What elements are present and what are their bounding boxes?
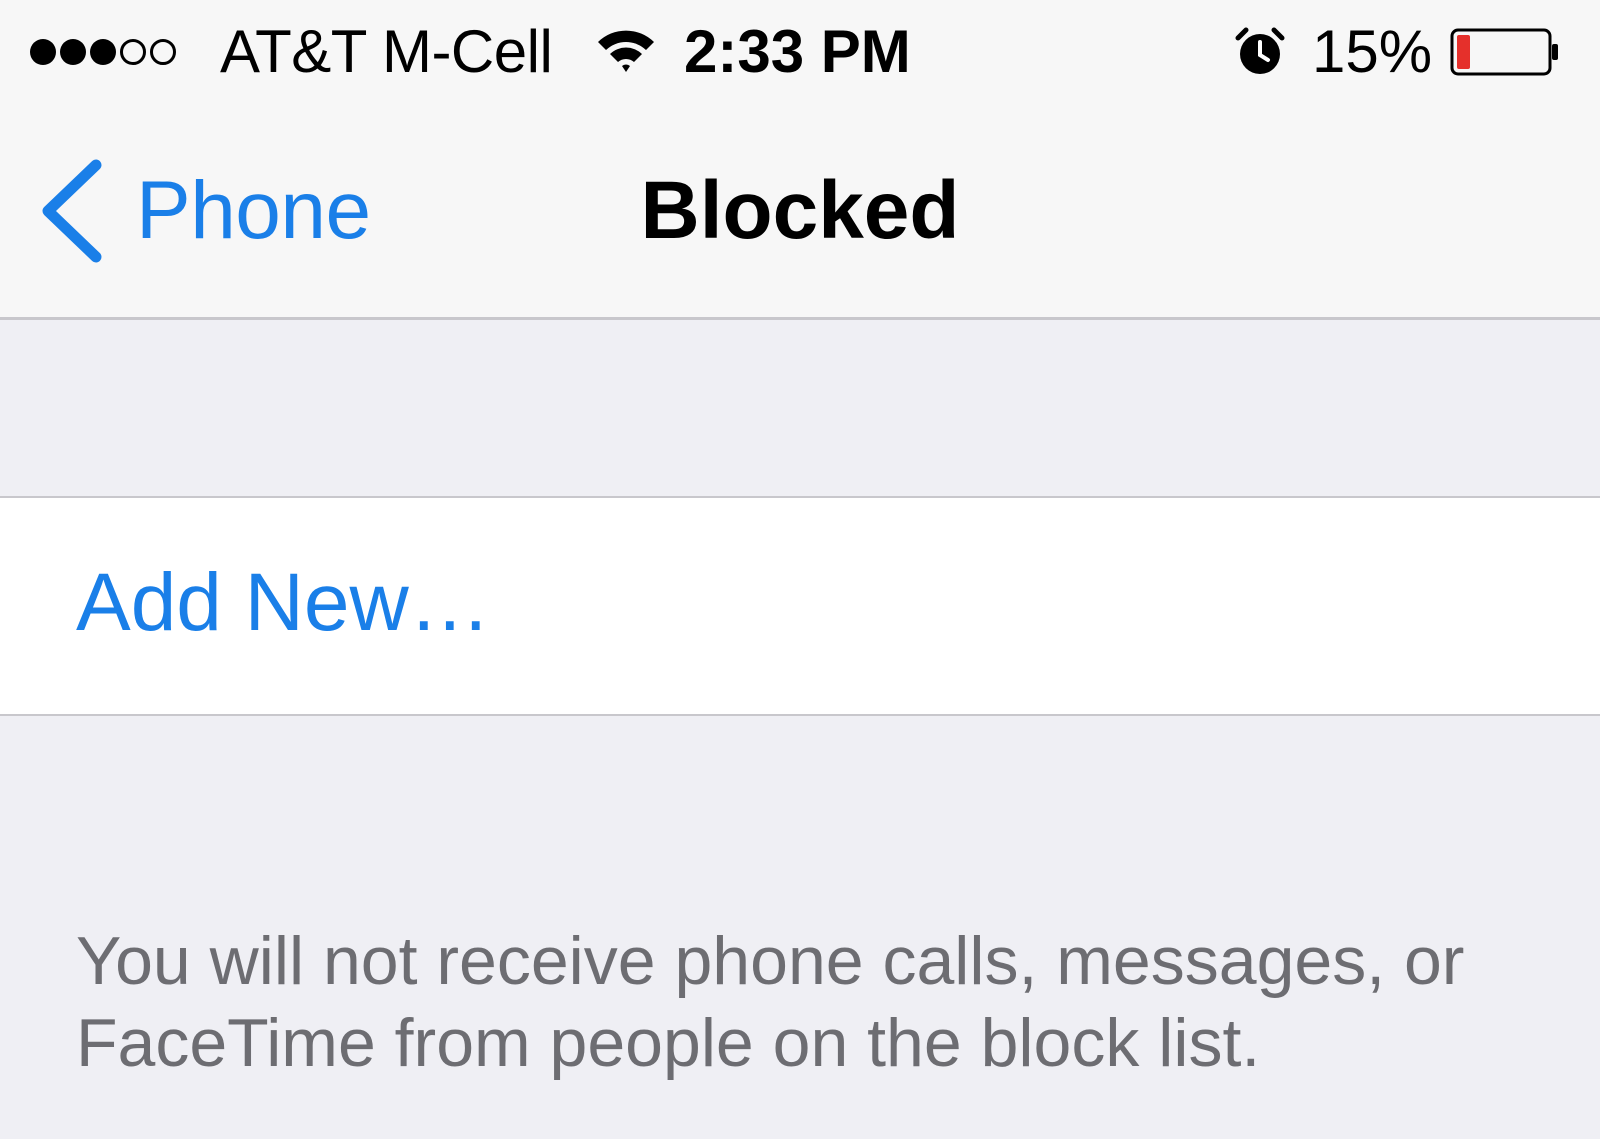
alarm-icon	[1235, 27, 1285, 74]
signal-strength	[30, 24, 176, 80]
battery-icon	[1450, 28, 1558, 76]
page-title: Blocked	[640, 165, 960, 256]
signal-dot-empty	[150, 39, 176, 65]
navigation-bar: Phone Blocked	[0, 100, 1600, 320]
status-bar: AT&T M-Cell 2:33 PM 15%	[0, 0, 1600, 100]
signal-dot-filled	[60, 39, 86, 65]
signal-dot-filled	[30, 39, 56, 65]
wifi-icon	[598, 30, 654, 72]
battery-percentage: 15%	[1312, 18, 1433, 85]
add-new-button[interactable]: Add New…	[76, 548, 491, 658]
signal-dot-filled	[90, 39, 116, 65]
carrier-name: AT&T M-Cell	[220, 18, 553, 85]
add-new-cell[interactable]: Add New…	[0, 496, 1600, 716]
signal-dot-empty	[120, 39, 146, 65]
status-time: 2:33 PM	[684, 18, 911, 85]
block-list-footer-note: You will not receive phone calls, messag…	[76, 923, 1465, 1081]
